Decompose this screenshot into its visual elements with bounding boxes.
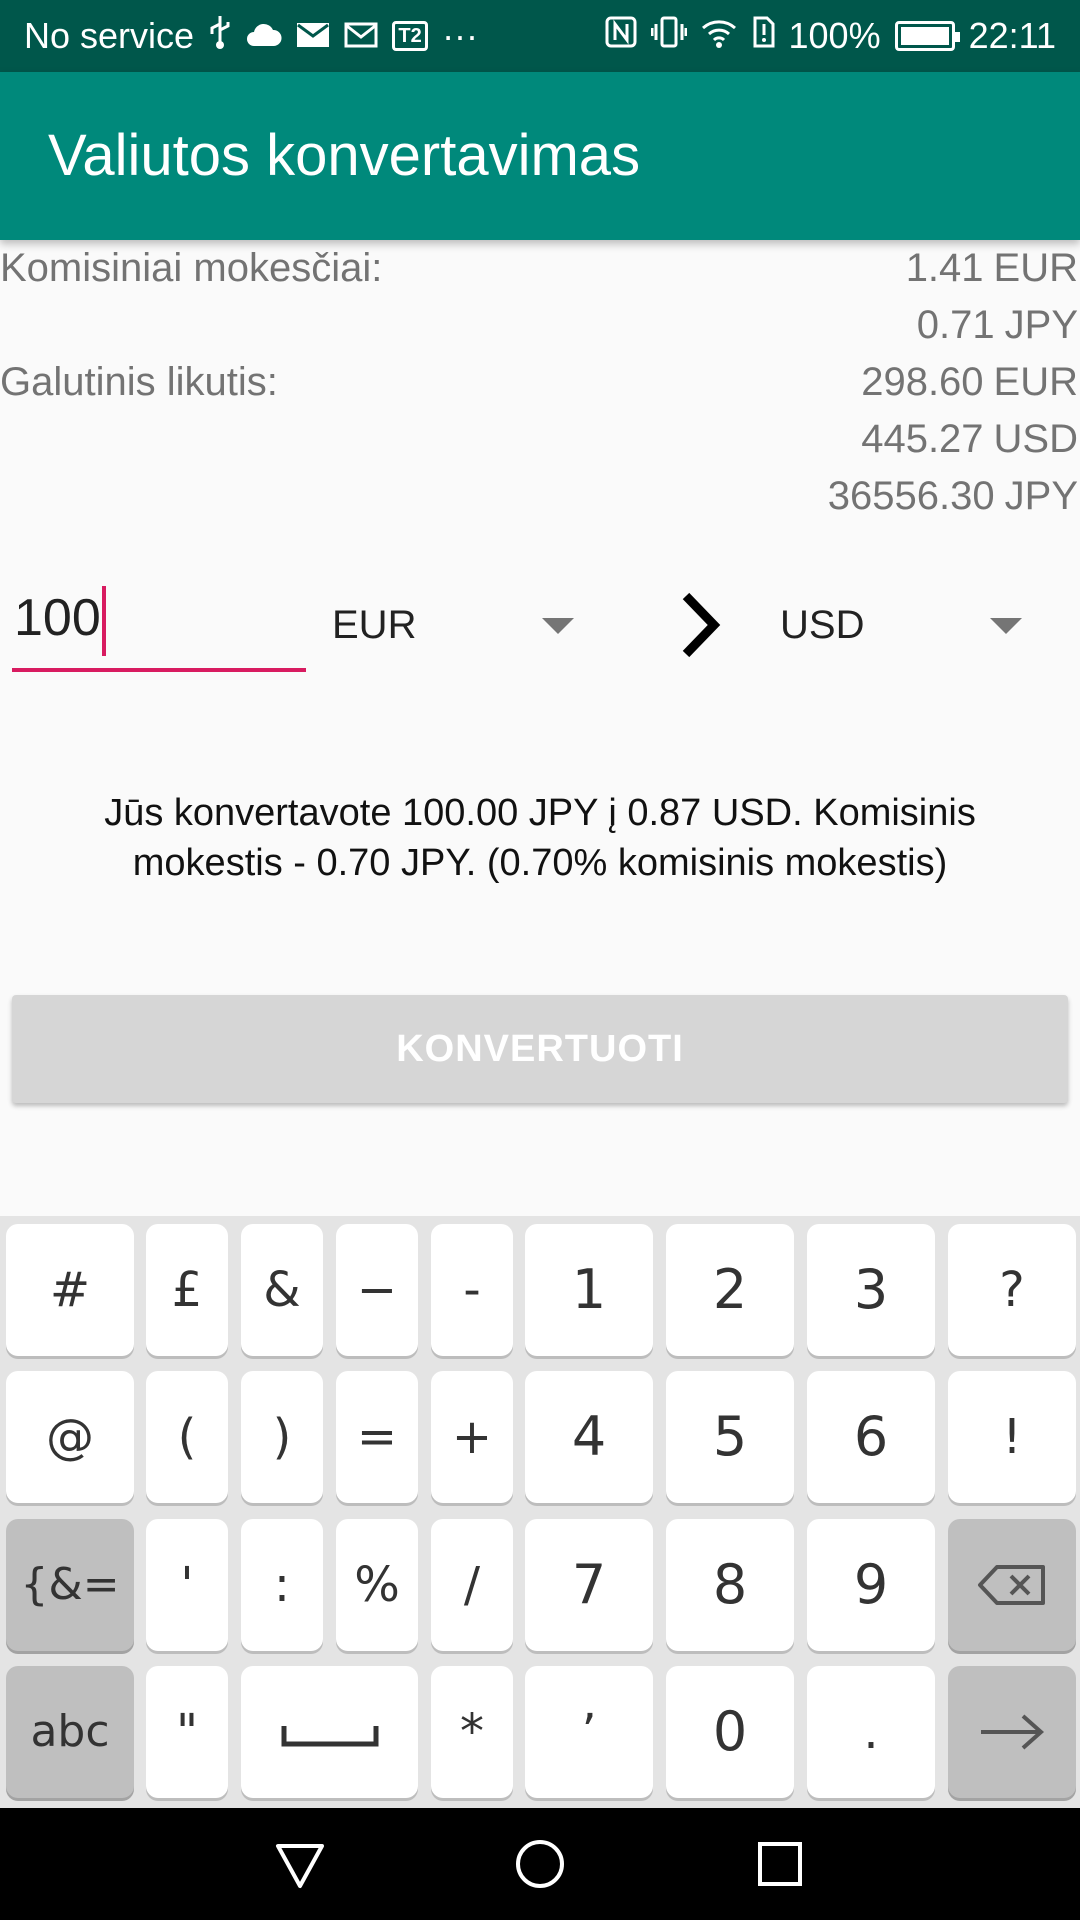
navigation-bar	[0, 1808, 1080, 1920]
chevron-right-icon	[676, 590, 726, 660]
clock-text: 22:11	[968, 15, 1056, 56]
key-hash[interactable]: #	[6, 1224, 134, 1356]
usb-icon	[208, 14, 232, 59]
key-6[interactable]: 6	[807, 1371, 935, 1503]
fee-amount: 1.41	[905, 246, 984, 290]
from-currency-spinner[interactable]: EUR	[332, 590, 582, 660]
balance-label: Galutinis likutis:	[0, 360, 278, 404]
key-period[interactable]: .	[807, 1666, 935, 1798]
key-0[interactable]: 0	[666, 1666, 794, 1798]
enter-key[interactable]	[948, 1666, 1076, 1798]
status-bar-left: No service T2 ···	[24, 0, 478, 72]
keyboard: # £ & − -1 2 3? @() = +4 5 6! {&= ':%/7 8 9 abc " *’ 0.	[0, 1216, 1080, 1808]
key-1[interactable]: 1	[525, 1224, 653, 1356]
key-plus[interactable]: +	[431, 1371, 513, 1503]
key-ampersand[interactable]: &	[241, 1224, 323, 1356]
balance-amount: 298.60	[861, 360, 984, 404]
key-colon[interactable]: :	[241, 1519, 323, 1651]
key-close-paren[interactable]: )	[241, 1371, 323, 1503]
mail-icon	[296, 15, 330, 57]
backspace-icon	[978, 1565, 1045, 1605]
to-currency-spinner[interactable]: USD	[780, 590, 1030, 660]
from-currency-value: EUR	[332, 603, 417, 647]
space-bar-icon	[281, 1726, 378, 1747]
balance-currency: USD	[993, 417, 1078, 461]
dropdown-arrow-icon	[990, 618, 1022, 634]
status-bar: No service T2 ··· 100% 22:11	[0, 0, 1080, 72]
key-open-paren[interactable]: (	[146, 1371, 228, 1503]
balance-amount: 445.27	[861, 417, 984, 461]
key-hyphen[interactable]: -	[431, 1224, 513, 1356]
key-asterisk[interactable]: *	[431, 1666, 513, 1798]
key-minus[interactable]: −	[336, 1224, 418, 1356]
key-2[interactable]: 2	[666, 1224, 794, 1356]
key-equals[interactable]: =	[336, 1371, 418, 1503]
cloud-icon	[246, 15, 282, 57]
fees-label: Komisiniai mokesčiai:	[0, 246, 383, 290]
fee-currency: EUR	[993, 246, 1078, 290]
backspace-key[interactable]	[948, 1519, 1076, 1651]
conversion-message: Jūs konvertavote 100.00 JPY į 0.87 USD. …	[104, 792, 976, 884]
key-4[interactable]: 4	[525, 1371, 653, 1503]
vibrate-icon	[650, 15, 687, 57]
key-apostrophe[interactable]: '	[146, 1519, 228, 1651]
key-5[interactable]: 5	[666, 1371, 794, 1503]
key-at[interactable]: @	[6, 1371, 134, 1503]
fee-row-eur: 1.41 EUR	[906, 246, 1078, 291]
key-comma[interactable]: ’	[525, 1666, 653, 1798]
key-9[interactable]: 9	[807, 1519, 935, 1651]
fee-amount: 0.71	[916, 303, 995, 347]
amount-value: 100	[14, 589, 101, 647]
gmail-icon	[344, 15, 378, 57]
home-icon[interactable]	[512, 1836, 568, 1892]
battery-icon	[894, 21, 960, 51]
balance-amount: 36556.30	[827, 474, 995, 518]
status-bar-right: 100% 22:11	[605, 0, 1056, 72]
text-cursor	[102, 586, 106, 656]
balance-row-eur: 298.60 EUR	[861, 360, 1078, 405]
recents-icon[interactable]	[752, 1836, 808, 1892]
dropdown-arrow-icon	[542, 618, 574, 634]
key-7[interactable]: 7	[525, 1519, 653, 1651]
key-3[interactable]: 3	[807, 1224, 935, 1356]
page-title: Valiutos konvertavimas	[48, 123, 641, 188]
key-pound[interactable]: £	[146, 1224, 228, 1356]
convert-button[interactable]: KONVERTUOTI	[12, 995, 1068, 1103]
key-slash[interactable]: /	[431, 1519, 513, 1651]
battery-percent-text: 100%	[788, 15, 881, 56]
key-quote[interactable]: "	[146, 1666, 228, 1798]
key-8[interactable]: 8	[666, 1519, 794, 1651]
balance-row-jpy: 36556.30 JPY	[828, 474, 1078, 519]
fee-row-jpy: 0.71 JPY	[917, 303, 1078, 348]
back-icon[interactable]	[272, 1836, 328, 1892]
arrow-right-icon	[981, 1714, 1045, 1750]
carrier-text: No service	[24, 15, 195, 56]
key-exclamation[interactable]: !	[948, 1371, 1076, 1503]
more-icon: ···	[442, 15, 479, 56]
t2-icon: T2	[392, 21, 429, 51]
wifi-icon	[701, 15, 737, 57]
key-question[interactable]: ?	[948, 1224, 1076, 1356]
balance-row-usd: 445.27 USD	[861, 417, 1078, 462]
fee-currency: JPY	[1004, 303, 1078, 347]
balance-currency: JPY	[1004, 474, 1078, 518]
to-currency-value: USD	[780, 603, 865, 647]
balance-currency: EUR	[993, 360, 1078, 404]
space-key[interactable]	[241, 1666, 418, 1798]
alert-icon	[751, 15, 775, 57]
key-more-symbols[interactable]: {&=	[6, 1519, 134, 1651]
nfc-icon	[605, 15, 637, 57]
key-abc[interactable]: abc	[6, 1666, 134, 1798]
key-percent[interactable]: %	[336, 1519, 418, 1651]
app-bar: Valiutos konvertavimas	[0, 72, 1080, 240]
